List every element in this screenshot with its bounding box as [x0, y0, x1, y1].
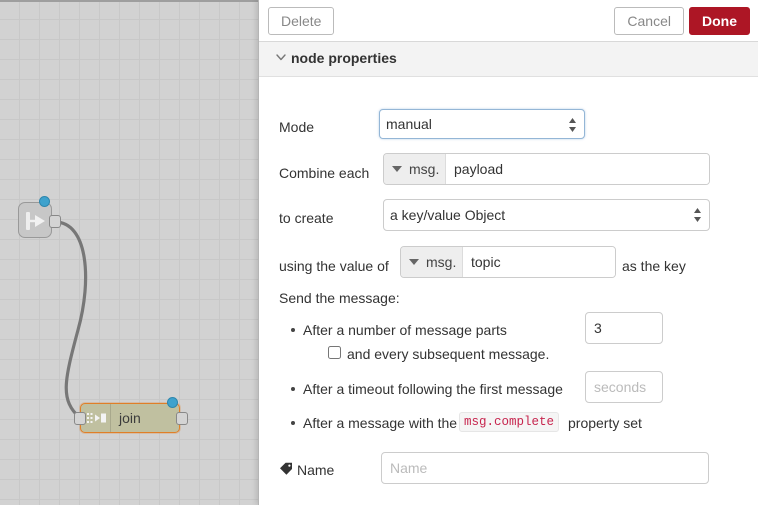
- using-value-of-label: using the value of: [279, 258, 389, 274]
- caret-down-icon: [392, 166, 402, 172]
- delete-button[interactable]: Delete: [268, 7, 335, 35]
- join-node-status-dot: [167, 397, 178, 408]
- chevron-down-icon: [276, 54, 286, 61]
- join-node-input-port[interactable]: [74, 412, 86, 425]
- every-subsequent-checkbox[interactable]: [328, 346, 341, 359]
- bullet-point: [291, 421, 295, 425]
- every-subsequent-label: and every subsequent message.: [347, 346, 550, 362]
- tag-icon: [280, 462, 292, 475]
- name-input[interactable]: [381, 452, 709, 484]
- combine-each-typed-input[interactable]: msg. payload: [383, 153, 710, 185]
- name-label: Name: [297, 462, 335, 478]
- canvas-node-link[interactable]: [18, 196, 61, 238]
- cancel-button[interactable]: Cancel: [614, 7, 684, 35]
- timeout-input[interactable]: [585, 371, 663, 403]
- send-the-message-label: Send the message:: [279, 290, 400, 306]
- after-timeout-label: After a timeout following the first mess…: [303, 381, 563, 397]
- tray-header: Delete Cancel Done: [259, 0, 758, 42]
- caret-down-icon: [409, 259, 419, 265]
- after-count-label: After a number of message parts: [303, 322, 507, 338]
- bullet-point: [291, 387, 295, 391]
- link-arrow-icon: [26, 212, 45, 230]
- as-the-key-label: as the key: [622, 258, 686, 274]
- combine-each-value[interactable]: payload: [446, 154, 709, 184]
- to-create-label: to create: [279, 210, 334, 226]
- msg-complete-code: msg.complete: [459, 412, 560, 432]
- join-node-output-port[interactable]: [176, 412, 188, 425]
- join-node-label: join: [119, 410, 141, 426]
- key-type-label: msg.: [426, 254, 457, 270]
- message-count-input[interactable]: [585, 312, 663, 344]
- mode-select-wrap[interactable]: manualautomaticreduce sequence: [379, 109, 585, 141]
- key-typed-input[interactable]: msg. topic: [400, 246, 616, 278]
- combine-each-type-selector[interactable]: msg.: [384, 154, 446, 184]
- to-create-select-wrap[interactable]: a Stringan Arraya merged Objecta key/val…: [383, 199, 710, 231]
- after-complete-label-before: After a message with the: [303, 415, 458, 431]
- flow-canvas[interactable]: join: [0, 0, 258, 505]
- wire-link-to-join: [53, 220, 88, 420]
- key-value[interactable]: topic: [463, 247, 615, 277]
- node-red-editor: join Delete Cancel Done node properties …: [0, 0, 758, 505]
- after-complete-label-after: property set: [568, 415, 642, 431]
- done-button[interactable]: Done: [689, 7, 750, 35]
- mode-select[interactable]: manualautomaticreduce sequence: [379, 109, 585, 139]
- bullet-point: [291, 328, 295, 332]
- combine-each-label: Combine each: [279, 165, 370, 181]
- mode-label: Mode: [279, 119, 315, 135]
- link-node-status-dot: [39, 196, 50, 207]
- to-create-select[interactable]: a Stringan Arraya merged Objecta key/val…: [383, 199, 710, 231]
- section-title: node properties: [291, 50, 397, 66]
- combine-each-type-label: msg.: [409, 161, 440, 177]
- node-properties-section-header[interactable]: node properties: [259, 42, 758, 77]
- canvas-node-join[interactable]: join: [74, 397, 188, 433]
- link-node-output-port[interactable]: [49, 215, 61, 228]
- node-properties-form: Mode manualautomaticreduce sequence Comb…: [259, 77, 758, 505]
- node-edit-tray: Delete Cancel Done node properties Mode …: [258, 0, 758, 505]
- key-type-selector[interactable]: msg.: [401, 247, 463, 277]
